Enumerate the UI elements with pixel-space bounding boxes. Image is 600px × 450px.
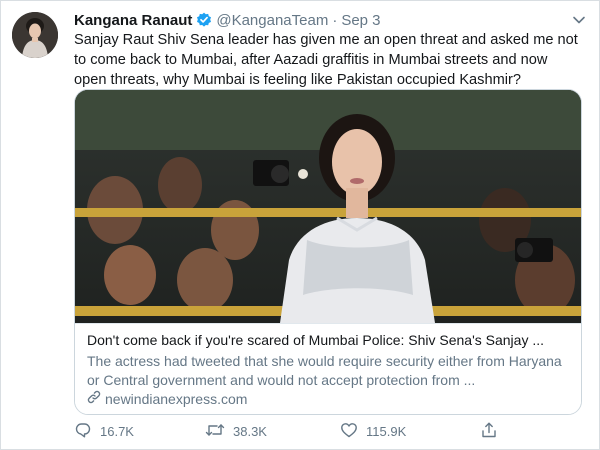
avatar[interactable] bbox=[12, 12, 58, 58]
card-title[interactable]: Don't come back if you're scared of Mumb… bbox=[87, 331, 572, 350]
tweet-date[interactable]: Sep 3 bbox=[341, 12, 380, 29]
card-image[interactable] bbox=[75, 90, 581, 323]
chevron-down-icon[interactable] bbox=[572, 12, 586, 24]
share-icon bbox=[480, 421, 506, 442]
share-button[interactable] bbox=[480, 421, 506, 441]
card-domain[interactable]: newindianexpress.com bbox=[87, 390, 247, 409]
reply-count: 16.7K bbox=[100, 423, 134, 439]
link-icon bbox=[87, 390, 105, 409]
card-domain-text: newindianexpress.com bbox=[105, 391, 248, 407]
retweet-count: 38.3K bbox=[233, 423, 267, 439]
reply-button[interactable]: 16.7K bbox=[74, 421, 134, 441]
tweet-text: Sanjay Raut Shiv Sena leader has given m… bbox=[74, 32, 578, 88]
card-description: The actress had tweeted that she would r… bbox=[87, 353, 562, 388]
heart-icon bbox=[340, 421, 366, 442]
like-count: 115.9K bbox=[366, 423, 407, 439]
separator-dot: · bbox=[332, 11, 338, 29]
reply-icon bbox=[74, 421, 100, 442]
tweet-header: Kangana Ranaut @KanganaTeam · Sep 3 bbox=[74, 9, 586, 31]
author-handle[interactable]: @KanganaTeam bbox=[216, 12, 328, 29]
retweet-button[interactable]: 38.3K bbox=[205, 421, 267, 441]
link-card[interactable]: Don't come back if you're scared of Mumb… bbox=[74, 89, 582, 415]
like-button[interactable]: 115.9K bbox=[340, 421, 406, 441]
tweet-actions: 16.7K 38.3K 115.9K bbox=[74, 421, 514, 441]
verified-badge-icon bbox=[196, 12, 212, 28]
card-body[interactable]: Don't come back if you're scared of Mumb… bbox=[75, 323, 581, 414]
author-name[interactable]: Kangana Ranaut bbox=[74, 12, 192, 29]
retweet-icon bbox=[205, 421, 233, 442]
